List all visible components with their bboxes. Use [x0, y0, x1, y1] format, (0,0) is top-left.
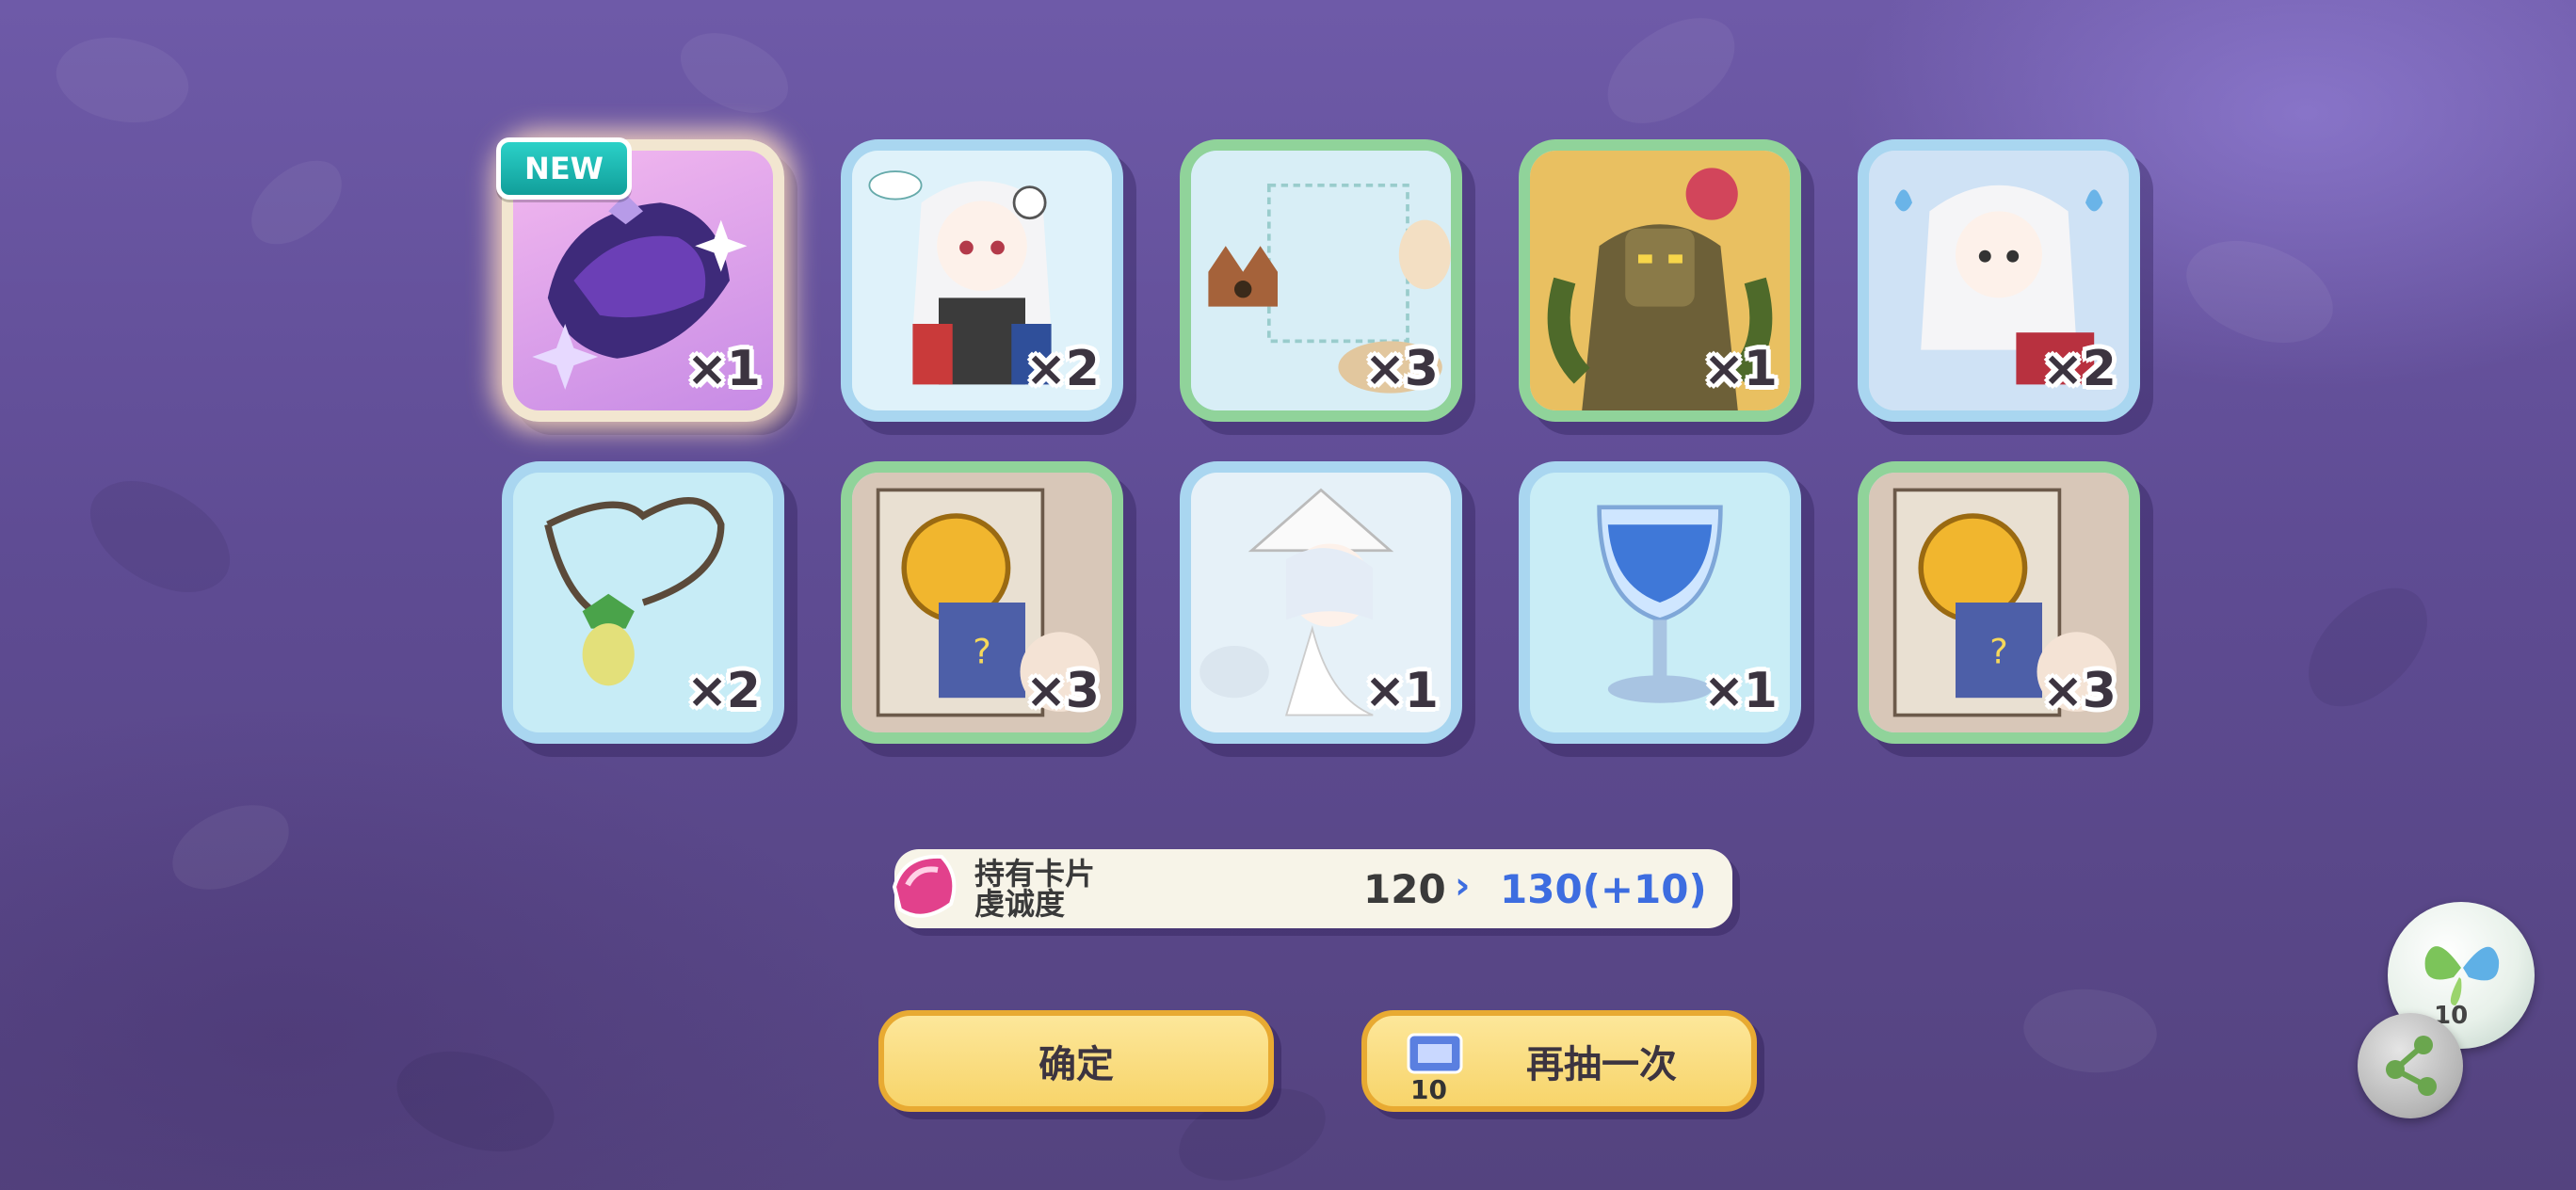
- reward-card[interactable]: ×2: [841, 139, 1123, 422]
- quantity-label: ×1: [1364, 663, 1439, 719]
- reward-grid: ×1 ×2 ×3 ×1 ×2 ×2 ? ×3 ×1 ×1 ? ×3: [0, 0, 2576, 1190]
- reward-card[interactable]: ×2: [502, 461, 784, 744]
- quantity-label: ×2: [2042, 341, 2117, 397]
- reward-card[interactable]: ×1: [1519, 139, 1801, 422]
- reward-card[interactable]: ×1: [1519, 461, 1801, 744]
- draw-again-button[interactable]: 10 再抽一次: [1361, 1010, 1757, 1112]
- favor-label: 持有卡片 虔诚度: [974, 856, 1096, 922]
- ticket-count: 10: [1410, 1074, 1447, 1105]
- share-button[interactable]: [2358, 1013, 2463, 1118]
- quantity-label: ×1: [1703, 341, 1778, 397]
- reward-card[interactable]: ×3: [1180, 139, 1462, 422]
- reward-card[interactable]: ×2: [1858, 139, 2140, 422]
- reward-card[interactable]: ? ×3: [1858, 461, 2140, 744]
- quantity-label: ×2: [686, 663, 761, 719]
- quantity-label: ×1: [1703, 663, 1778, 719]
- quantity-label: ×3: [2042, 663, 2117, 719]
- reward-card[interactable]: ×1: [1180, 461, 1462, 744]
- favor-new-value: 130(+10): [1500, 866, 1707, 912]
- new-badge: NEW: [496, 137, 632, 200]
- reward-card[interactable]: ? ×3: [841, 461, 1123, 744]
- quantity-label: ×3: [1025, 663, 1100, 719]
- confirm-button-label: 确定: [1038, 1043, 1114, 1086]
- confirm-button[interactable]: 确定: [878, 1010, 1274, 1112]
- favor-old-value: 120: [1363, 866, 1446, 912]
- quantity-label: ×3: [1364, 341, 1439, 397]
- pink-gem-icon: [892, 854, 957, 918]
- svg-text:?: ?: [973, 631, 991, 671]
- draw-again-label: 再抽一次: [1526, 1043, 1677, 1086]
- share-icon: [2386, 1036, 2437, 1096]
- quantity-label: ×2: [1025, 341, 1100, 397]
- quantity-label: ×1: [686, 341, 761, 397]
- chevron-right-icon: ›: [1455, 864, 1471, 908]
- svg-text:?: ?: [1989, 631, 2008, 671]
